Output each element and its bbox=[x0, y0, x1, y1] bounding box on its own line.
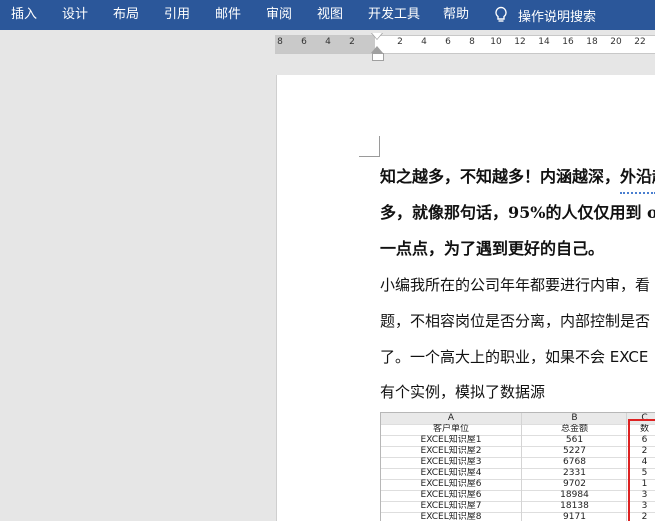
sheet-row: EXCEL知识屋6 9702 1 bbox=[381, 479, 655, 491]
tab-references[interactable]: 引用 bbox=[164, 0, 190, 30]
ruler-tick: 14 bbox=[538, 37, 550, 47]
tab-design[interactable]: 设计 bbox=[62, 0, 88, 30]
paragraph-line: 题，不相容岗位是否分离，内部控制是否 bbox=[380, 312, 651, 330]
sheet-row: EXCEL知识屋1 561 6 bbox=[381, 435, 655, 447]
tab-help[interactable]: 帮助 bbox=[443, 0, 469, 30]
document-page[interactable]: 知之越多，不知越多！内涵越深，外沿越 多，就像那句话，95%的人仅仅用到 off… bbox=[276, 75, 655, 521]
amount-cell: 9171 bbox=[521, 512, 627, 521]
first-line-indent-marker[interactable] bbox=[371, 33, 383, 40]
tab-view[interactable]: 视图 bbox=[317, 0, 343, 30]
sheet-row: EXCEL知识屋8 9171 2 bbox=[381, 512, 655, 521]
ruler-tick: 6 bbox=[445, 37, 451, 47]
ruler-tick: 18 bbox=[586, 37, 598, 47]
margin-corner-mark bbox=[359, 136, 380, 157]
ruler-tick: 12 bbox=[514, 37, 526, 47]
ruler-tick: 2 bbox=[397, 37, 403, 47]
sheet-row: EXCEL知识屋2 5227 2 bbox=[381, 446, 655, 458]
tell-me-search[interactable]: 操作说明搜索 bbox=[494, 0, 596, 30]
tell-me-label: 操作说明搜索 bbox=[518, 9, 597, 25]
column-header-b: B bbox=[521, 413, 627, 424]
lightbulb-icon bbox=[495, 6, 507, 22]
horizontal-ruler[interactable]: 8 6 4 2 2 4 6 8 10 12 14 16 18 20 22 bbox=[275, 35, 655, 54]
paragraph-line: 有个实例，模拟了数据源 bbox=[380, 383, 546, 401]
ruler-tick: 20 bbox=[610, 37, 622, 47]
ruler-tick: 4 bbox=[421, 37, 427, 47]
embedded-spreadsheet-image[interactable]: A B C 客户单位 总金额 数 EXCEL知识屋1 561 6 EXCEL知识… bbox=[380, 412, 655, 521]
tab-mailings[interactable]: 邮件 bbox=[215, 0, 241, 30]
ribbon-menu-bar: 插入 设计 布局 引用 邮件 审阅 视图 开发工具 帮助 操作说明搜索 bbox=[0, 0, 655, 30]
spelling-underline bbox=[620, 189, 655, 194]
sheet-row: EXCEL知识屋3 6768 4 bbox=[381, 457, 655, 469]
paragraph-line: 多，就像那句话，95%的人仅仅用到 off bbox=[380, 203, 655, 222]
tab-review[interactable]: 审阅 bbox=[266, 0, 292, 30]
client-cell: EXCEL知识屋2 bbox=[420, 446, 482, 456]
sheet-header-row: 客户单位 总金额 数 bbox=[381, 424, 655, 436]
amount-cell: 9702 bbox=[521, 479, 627, 490]
left-indent-marker[interactable] bbox=[372, 53, 384, 61]
sheet-row: EXCEL知识屋6 18984 3 bbox=[381, 490, 655, 502]
client-cell: EXCEL知识屋6 bbox=[420, 479, 482, 489]
amount-cell: 18138 bbox=[521, 501, 627, 512]
amount-cell: 6768 bbox=[521, 457, 627, 468]
tab-layout[interactable]: 布局 bbox=[113, 0, 139, 30]
client-cell: EXCEL知识屋3 bbox=[420, 457, 482, 467]
sheet-row: EXCEL知识屋4 2331 5 bbox=[381, 468, 655, 480]
sheet-row: EXCEL知识屋7 18138 3 bbox=[381, 501, 655, 513]
amount-cell: 18984 bbox=[521, 490, 627, 501]
highlight-box bbox=[628, 419, 655, 521]
ruler-tick: 8 bbox=[469, 37, 475, 47]
client-cell: EXCEL知识屋6 bbox=[420, 490, 482, 500]
column-header-a: A bbox=[447, 413, 455, 423]
header-cell-total: 总金额 bbox=[521, 424, 627, 435]
paragraph-line: 小编我所在的公司年年都要进行内审，看 bbox=[380, 276, 651, 294]
paragraph-line: 了。一个高大上的职业，如果不会 EXCE bbox=[380, 348, 649, 366]
ruler-tick: 16 bbox=[562, 37, 574, 47]
tab-insert[interactable]: 插入 bbox=[11, 0, 37, 30]
hanging-indent-marker[interactable] bbox=[371, 46, 383, 53]
ruler-area: 8 6 4 2 2 4 6 8 10 12 14 16 18 20 22 bbox=[0, 30, 655, 60]
ruler-tick: 8 bbox=[277, 37, 283, 47]
sheet-column-header-row: A B C bbox=[381, 413, 655, 425]
header-cell-client: 客户单位 bbox=[432, 424, 469, 434]
client-cell: EXCEL知识屋8 bbox=[420, 512, 482, 521]
client-cell: EXCEL知识屋7 bbox=[420, 501, 482, 511]
ruler-tick: 10 bbox=[490, 37, 502, 47]
paragraph-line: 知之越多，不知越多！内涵越深，外沿越 bbox=[380, 167, 655, 186]
ruler-tick: 6 bbox=[301, 37, 307, 47]
amount-cell: 561 bbox=[521, 435, 627, 446]
ruler-tick: 4 bbox=[325, 37, 331, 47]
paragraph-line: 一点点，为了遇到更好的自己。 bbox=[380, 239, 605, 258]
tab-developer[interactable]: 开发工具 bbox=[368, 0, 420, 30]
client-cell: EXCEL知识屋1 bbox=[420, 435, 482, 445]
ruler-tick: 22 bbox=[634, 37, 646, 47]
amount-cell: 2331 bbox=[521, 468, 627, 479]
amount-cell: 5227 bbox=[521, 446, 627, 457]
client-cell: EXCEL知识屋4 bbox=[420, 468, 482, 478]
ruler-tick: 2 bbox=[349, 37, 355, 47]
